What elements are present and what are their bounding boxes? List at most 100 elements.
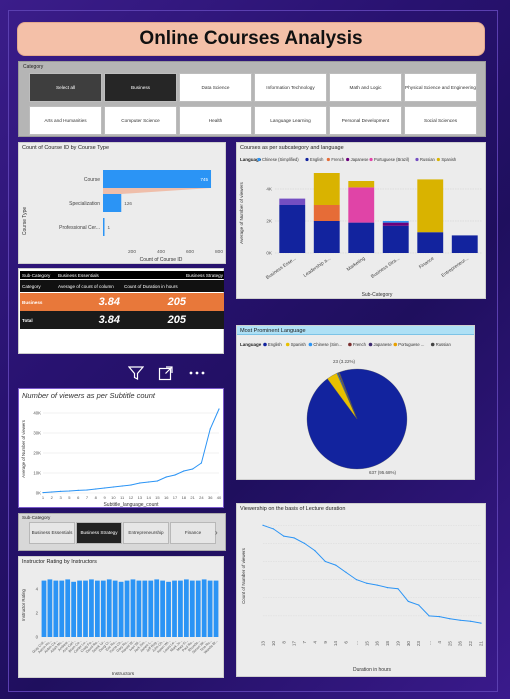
stacked-bar-segment [417,179,444,233]
subtitle-data-point [112,486,114,488]
focus-mode-icon[interactable] [158,365,174,386]
viewership-data-point [262,524,264,526]
viewership-data-point [355,579,358,581]
category-option-language-learning[interactable]: Language Learning [254,106,327,135]
legend-entry: Japanese [374,342,393,347]
funnel-category-label: Course [84,177,100,183]
subtitle-viewers-chart-svg: Average of Number of viewers Subtitle_lan… [21,408,222,508]
category-option-health[interactable]: Health [179,106,252,135]
table-total-count: 205 [167,314,186,326]
subcategory-slicer-next-icon[interactable]: › [215,528,218,537]
subtitle-x-tick: 5 [68,495,71,500]
legend-dot [430,342,435,347]
stacked-bar-segment [451,235,478,253]
funnel-x-tick: 600 [186,249,194,255]
legend-entry: Japanese [351,157,369,162]
viewership-data-point [449,618,451,620]
rating-bar [89,579,94,637]
subtitle-x-tick: 18 [182,495,187,500]
category-option-math-and-logic[interactable]: Math and Logic [329,73,402,102]
viewership-data-point [283,535,285,537]
subcategory-option-business-strategy[interactable]: Business Strategy [76,522,122,544]
table-total-avg: 3.84 [98,314,120,326]
stacked-bar-segment [348,222,375,253]
category-option-social-sciences[interactable]: Social Sciences [404,106,477,135]
subtitle-y-tick: 30K [33,431,41,436]
category-option-select-all[interactable]: Select all [29,73,102,102]
funnel-bar [103,218,105,236]
category-option-computer-science[interactable]: Computer Science [104,106,177,135]
filter-icon[interactable] [127,365,145,386]
category-option-physical-science-and-engineering[interactable]: Physical Science and Engineering [404,73,477,102]
stacked-bar-segment [382,222,409,226]
funnel-value-label: 1 [108,225,111,230]
rating-bar [201,579,207,637]
subcategory-option-finance[interactable]: Finance [170,522,216,544]
category-option-data-science[interactable]: Data Science [179,73,252,102]
rating-bar [106,579,112,637]
rating-bar [195,580,201,637]
pie-label-english: 637 (95.68%) [369,470,397,475]
viewership-x-tick: 25 [447,641,452,647]
subtitle-x-tick: 1 [42,495,45,500]
subtitle-x-tick: 14 [146,495,151,500]
rating-y-tick: 4 [36,587,39,592]
rating-bar [94,580,100,637]
category-option-business[interactable]: Business [104,73,177,102]
pie-label-spanish: 23 (3.22%) [333,359,356,364]
rating-bar [207,580,213,637]
viewership-x-tick: ... [427,641,432,645]
table-row[interactable]: Business 3.84 205 [20,293,224,311]
viewership-data-point [428,615,430,617]
viewership-x-tick: ... [354,641,359,645]
category-option-personal-development[interactable]: Personal Development [329,106,402,135]
rating-bar [183,579,189,637]
subcat-x-tick: Marketing [346,256,367,273]
subtitle-y-tick: 0K [36,491,41,496]
viewership-x-tick: 7 [302,641,307,644]
rating-bar [118,581,124,637]
subcat-x-tick: Entrepreneur... [440,256,469,279]
viewership-x-tick: 26 [458,641,463,647]
viewership-x-tick: 22 [468,641,473,647]
stacked-bar-segment [313,173,340,205]
viewership-duration-chart: Viewership on the basis of Lecture durat… [236,503,486,677]
subcat-y-tick: 2K [266,219,273,224]
funnel-bar [103,194,122,212]
viewership-x-tick: 8 [281,641,286,644]
more-options-icon[interactable] [188,365,206,386]
funnel-x-tick: 200 [128,249,136,255]
legend-dot [348,342,352,347]
viewership-y-axis-label: Count of Number of viewers [241,547,246,604]
viewership-data-point [272,528,274,530]
funnel-value-label: 745 [200,177,208,182]
subcategory-option-entrepreneurship[interactable]: Entrepreneurship [123,522,169,544]
legend-entry: French [331,157,344,162]
subtitle-data-point [209,428,211,430]
legend-entry: Spanish [441,157,457,162]
subcategory-option-business-essentials[interactable]: Business Essentials [29,522,75,544]
viewership-data-point [470,620,472,622]
viewership-data-point [366,582,368,584]
subtitle-x-tick: 15 [155,495,160,500]
dashboard-title: Online Courses Analysis [139,28,363,49]
viewership-x-tick: 15 [364,641,369,647]
rating-bar [112,580,118,637]
table-group-2-header: Business Strategy [186,272,224,278]
rating-bar [160,580,166,637]
funnel-category-label: Specialization [69,201,100,207]
subcat-x-tick: Business Esse... [265,256,297,281]
subtitle-x-tick: 16 [164,495,169,500]
legend-dot [369,157,373,162]
legend-dot [368,342,373,347]
legend-dot [308,342,313,347]
legend-dot [305,157,309,162]
category-option-arts-and-humanities[interactable]: Arts and Humanities [29,106,102,135]
subtitle-data-point [218,408,220,410]
category-option-information-technology[interactable]: Information Technology [254,73,327,102]
viewership-data-point [418,604,420,606]
legend-dot [346,157,350,162]
rating-y-axis-label: Instructor Rating [21,589,26,621]
table-cell-count: 205 [167,296,186,308]
rating-bar [124,580,130,637]
